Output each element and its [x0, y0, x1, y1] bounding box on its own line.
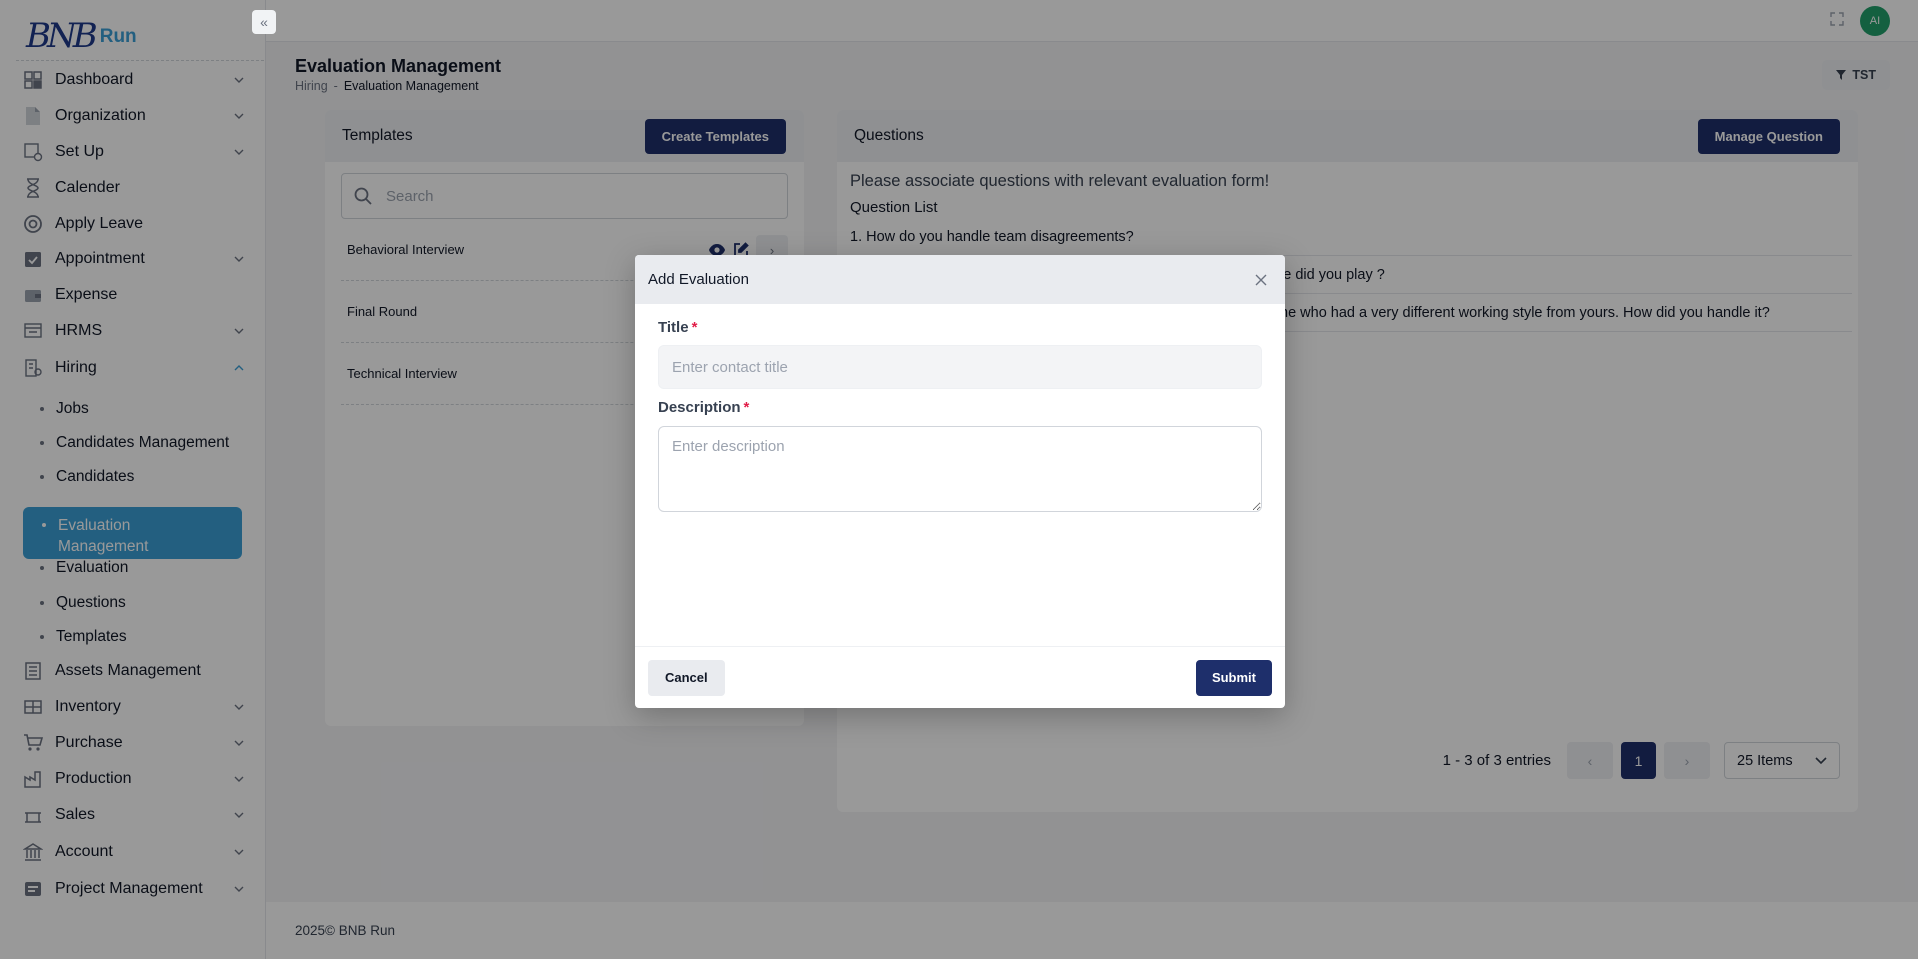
add-evaluation-modal: Add Evaluation Title* Description* Cance…: [635, 255, 1285, 708]
description-field[interactable]: [658, 426, 1262, 512]
title-field[interactable]: [658, 345, 1262, 389]
collapse-sidebar-icon[interactable]: «: [252, 10, 276, 34]
description-label: Description *: [658, 399, 749, 416]
required-mark: *: [691, 319, 698, 336]
title-label: Title *: [658, 319, 697, 336]
modal-title: Add Evaluation: [648, 271, 749, 288]
title-label-text: Title: [658, 319, 689, 336]
modal-header: Add Evaluation: [635, 255, 1285, 304]
description-label-text: Description: [658, 399, 741, 416]
close-icon[interactable]: [1251, 270, 1271, 290]
modal-footer: Cancel Submit: [635, 646, 1285, 708]
submit-button[interactable]: Submit: [1195, 659, 1272, 696]
cancel-button[interactable]: Cancel: [648, 659, 725, 696]
required-mark: *: [743, 399, 750, 416]
